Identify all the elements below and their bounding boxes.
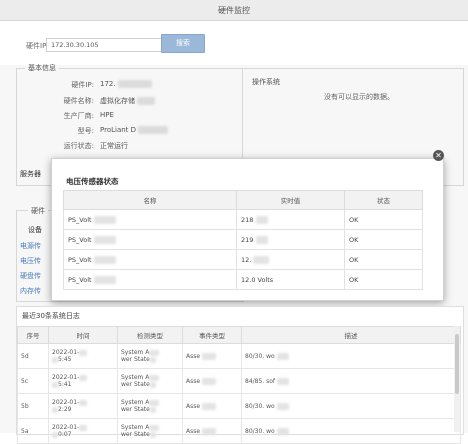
- cell-time: 2022-01- 5:41: [48, 368, 118, 394]
- cell-description: 84/85. sof: [241, 368, 461, 394]
- col-id: 序号: [17, 326, 49, 344]
- cell-status: OK: [344, 209, 423, 230]
- window-titlebar: 硬件监控: [0, 0, 468, 21]
- cell-description: 80/30. wo: [241, 418, 461, 444]
- cell-time: 2022-01- 5:45: [48, 343, 118, 369]
- col-value: 实时值: [236, 190, 345, 210]
- table-row: PS_Volt 218 OK: [63, 209, 423, 230]
- log-scrollbar[interactable]: [454, 326, 460, 432]
- table-row: PS_Volt 219 OK: [63, 229, 423, 250]
- cell-time: 2022-01- 0:07: [48, 418, 118, 444]
- cell-status: OK: [344, 249, 423, 270]
- col-name: 名称: [63, 190, 237, 210]
- cell-name: PS_Volt: [63, 209, 237, 230]
- close-icon[interactable]: ✕: [433, 150, 444, 161]
- col-time: 时间: [48, 326, 118, 344]
- cell-detect-type: System Awer State: [117, 368, 183, 394]
- col-detect-type: 检测类型: [117, 326, 183, 344]
- cell-time: 2022-01- 2:29: [48, 393, 118, 419]
- cell-detect-type: System Awer State: [117, 393, 183, 419]
- cell-description: 80/30. wo: [241, 343, 461, 369]
- cell-description: 80/30. wo: [241, 393, 461, 419]
- log-table: 序号 时间 检测类型 事件类型 描述 5d 2022-01- 5:45 Syste…: [17, 326, 461, 444]
- search-button[interactable]: 搜索: [161, 34, 205, 53]
- cell-id: 5c: [17, 368, 49, 394]
- cell-value: 12.0 Volts: [236, 269, 345, 290]
- cell-id: 5a: [17, 418, 49, 444]
- cell-name: PS_Volt: [63, 249, 237, 270]
- ip-label: 硬件IP: [26, 42, 47, 50]
- cell-event-type: Asse: [182, 418, 242, 444]
- table-row: 5b 2022-01- 2:29 System Awer State Asse 8…: [17, 393, 461, 419]
- table-row: PS_Volt 12. OK: [63, 249, 423, 270]
- cell-status: OK: [344, 269, 423, 290]
- modal-title: 电压传感器状态: [66, 177, 119, 186]
- cell-status: OK: [344, 229, 423, 250]
- voltage-table: 名称 实时值 状态 PS_Volt 218 OK PS_Volt 219 OK …: [63, 190, 423, 290]
- table-row: 5c 2022-01- 5:41 System Awer State Asse 8…: [17, 368, 461, 394]
- col-description: 描述: [241, 326, 461, 344]
- cell-name: PS_Volt: [63, 269, 237, 290]
- table-row: PS_Volt 12.0 Volts OK: [63, 269, 423, 290]
- table-row: 5d 2022-01- 5:45 System Awer State Asse 8…: [17, 343, 461, 369]
- cell-detect-type: System Awer State: [117, 418, 183, 444]
- cell-value: 12.: [236, 249, 345, 270]
- table-row: 5a 2022-01- 0:07 System Awer State Asse 8…: [17, 418, 461, 444]
- log-title: 最近30条系统日志: [22, 312, 80, 320]
- cell-detect-type: System Awer State: [117, 343, 183, 369]
- col-status: 状态: [344, 190, 423, 210]
- cell-event-type: Asse: [182, 343, 242, 369]
- window-title: 硬件监控: [218, 6, 250, 15]
- cell-id: 5d: [17, 343, 49, 369]
- col-event-type: 事件类型: [182, 326, 242, 344]
- cell-id: 5b: [17, 393, 49, 419]
- cell-value: 219: [236, 229, 345, 250]
- cell-event-type: Asse: [182, 393, 242, 419]
- cell-value: 218: [236, 209, 345, 230]
- cell-event-type: Asse: [182, 368, 242, 394]
- cell-name: PS_Volt: [63, 229, 237, 250]
- scrollbar-thumb[interactable]: [455, 334, 459, 394]
